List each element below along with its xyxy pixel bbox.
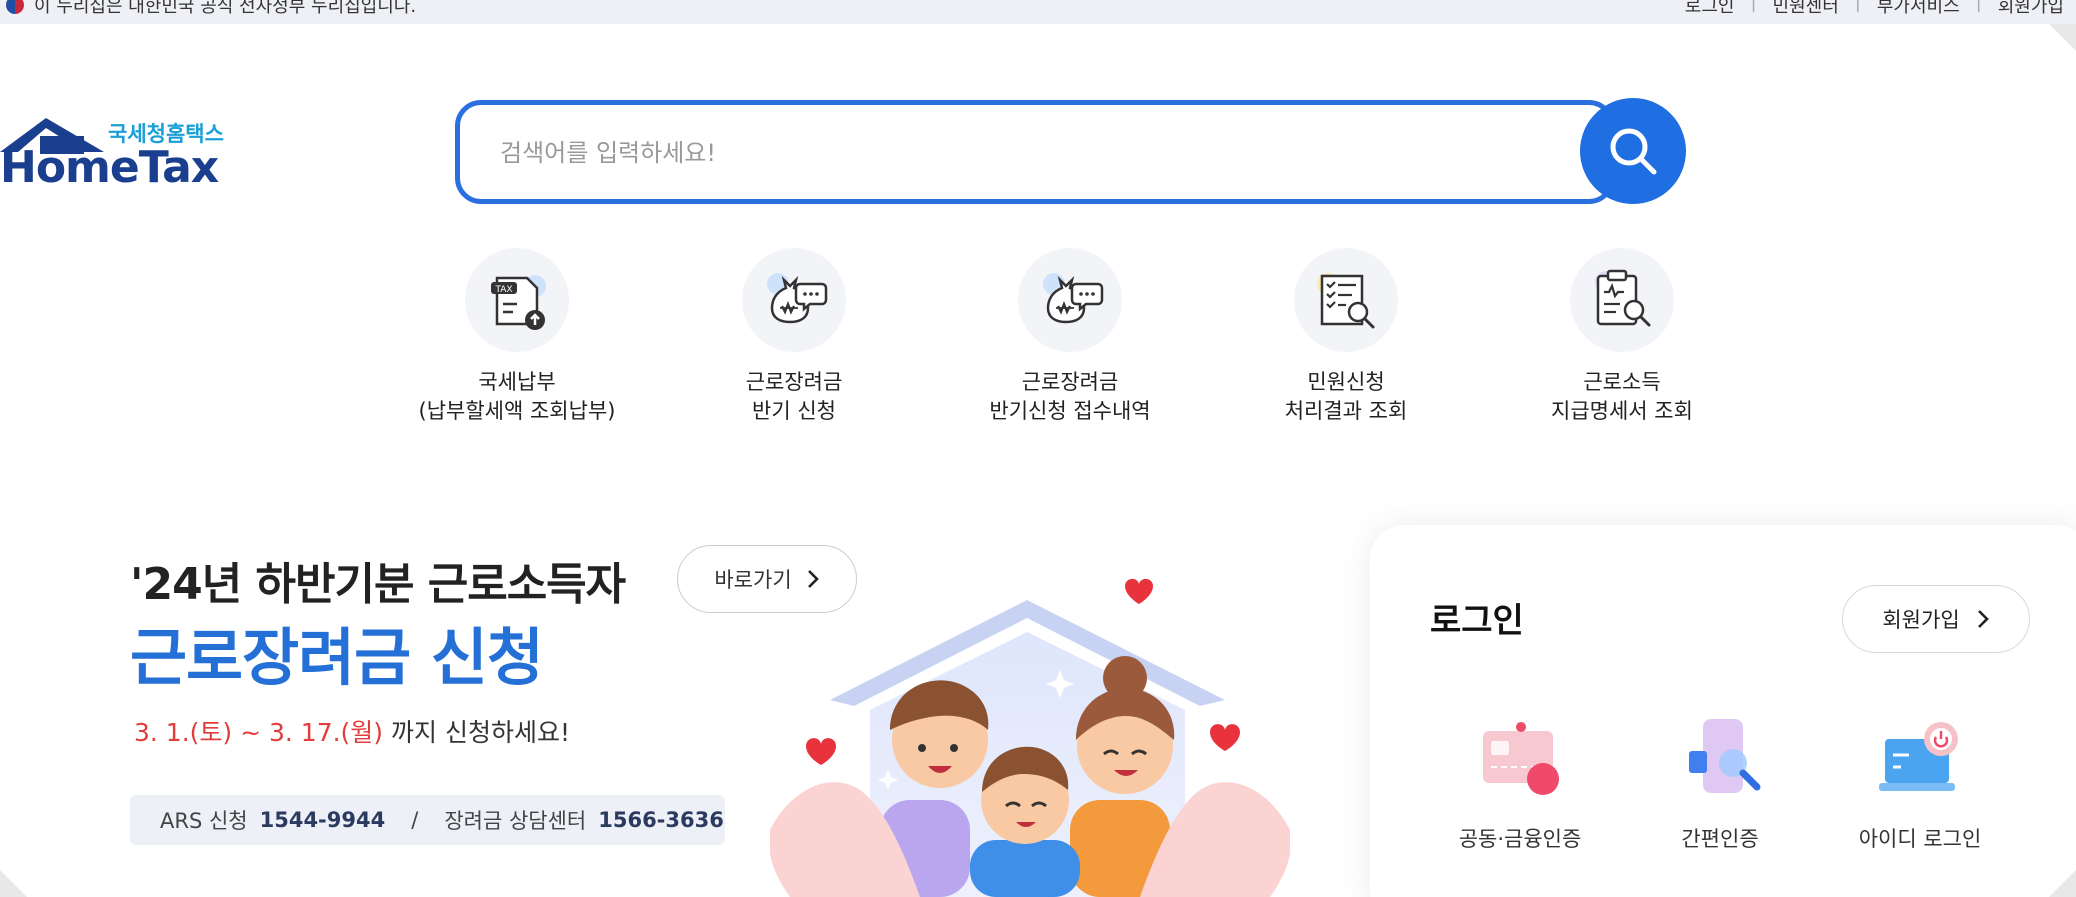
quick-menu-civil-result[interactable]: 민원신청 처리결과 조회 — [1226, 248, 1466, 426]
quick-menu-incentive-apply[interactable]: 근로장려금 반기 신청 — [674, 248, 914, 426]
banner-title: '24년 하반기분 근로소득자 — [130, 559, 626, 610]
join-button-label: 회원가입 — [1882, 608, 1960, 632]
document-search-icon — [1317, 273, 1375, 329]
logo-english: HomeTax — [0, 142, 219, 193]
quick-menu-payment-statement[interactable]: 근로소득 지급명세서 조회 — [1502, 248, 1742, 426]
hometax-logo[interactable]: 국세청홈택스 HomeTax — [0, 112, 240, 193]
quick-menu-label: 국세납부 (납부할세액 조회납부) — [418, 370, 616, 423]
top-link-separator: | — [1975, 0, 1982, 13]
login-option-certificate[interactable]: 공동·금융인증 — [1420, 715, 1620, 853]
contact-info-bar: ARS 신청 1544-9944 / 장려금 상담센터 1566-3636 — [130, 795, 725, 845]
top-link-extra[interactable]: 부가서비스 — [1877, 0, 1960, 18]
decorative-corner — [2049, 870, 2076, 897]
login-option-simple[interactable]: 간편인증 — [1620, 715, 1820, 853]
quick-menu-label: 근로장려금 반기 신청 — [745, 370, 843, 423]
quick-menu-label: 민원신청 처리결과 조회 — [1284, 370, 1408, 423]
login-panel: 로그인 회원가입 공동·금융인증 간편인증 아이디 로그인 — [1370, 525, 2076, 897]
gov-notice-text: 이 누리집은 대한민국 공식 전자정부 누리집입니다. — [34, 0, 417, 17]
search-icon — [1610, 128, 1657, 175]
quick-menu-incentive-history[interactable]: 근로장려금 반기신청 접수내역 — [950, 248, 1190, 426]
family-house-illustration — [770, 578, 1290, 897]
quick-menu-icon-wrap — [1018, 248, 1122, 352]
laptop-power-icon — [1875, 715, 1965, 805]
search-input[interactable] — [500, 123, 1500, 183]
login-option-id[interactable]: 아이디 로그인 — [1820, 715, 2020, 853]
quick-menu-tax-payment[interactable]: TAX 국세납부 (납부할세액 조회납부) — [397, 248, 637, 426]
tax-upload-icon: TAX — [491, 275, 546, 330]
ars-label: ARS 신청 — [160, 809, 248, 833]
banner-date-suffix: 까지 신청하세요! — [383, 718, 570, 747]
login-option-label: 공동·금융인증 — [1458, 827, 1582, 851]
quick-menu-label: 근로소득 지급명세서 조회 — [1551, 370, 1693, 423]
quick-menu-icon-wrap — [1294, 248, 1398, 352]
money-bag-chat-icon — [767, 273, 828, 324]
phone-search-icon — [1675, 715, 1765, 805]
money-bag-chat-icon — [1043, 273, 1104, 324]
chevron-right-icon — [1977, 610, 1989, 628]
center-number: 1566-3636 — [598, 808, 724, 832]
login-option-label: 간편인증 — [1681, 827, 1759, 851]
top-links: 로그인 | 민원센터 | 부가서비스 | 회원가입 — [1685, 0, 2064, 18]
login-option-label: 아이디 로그인 — [1858, 827, 1982, 851]
banner-headline: 근로장려금 신청 — [130, 621, 544, 694]
ars-number: 1544-9944 — [259, 808, 386, 832]
top-link-civil[interactable]: 민원센터 — [1773, 0, 1839, 18]
certificate-card-icon — [1475, 715, 1565, 805]
taegeuk-icon — [6, 0, 24, 14]
banner-date-range: 3. 1.(토) ~ 3. 17.(월) — [134, 718, 384, 747]
quick-menu-icon-wrap — [742, 248, 846, 352]
quick-menu-icon-wrap: TAX — [465, 248, 569, 352]
quick-menu-icon-wrap — [1570, 248, 1674, 352]
top-link-separator: | — [1854, 0, 1861, 13]
top-link-join[interactable]: 회원가입 — [1998, 0, 2064, 18]
login-title: 로그인 — [1430, 601, 1524, 641]
clipboard-search-icon — [1595, 269, 1651, 327]
gov-notice: 이 누리집은 대한민국 공식 전자정부 누리집입니다. — [6, 0, 416, 18]
top-link-separator: | — [1750, 0, 1757, 13]
banner-period: 3. 1.(토) ~ 3. 17.(월) 까지 신청하세요! — [134, 713, 570, 749]
search-box — [455, 100, 1615, 204]
center-label: 장려금 상담센터 — [444, 809, 587, 833]
government-topbar: 이 누리집은 대한민국 공식 전자정부 누리집입니다. 로그인 | 민원센터 |… — [0, 0, 2076, 24]
contact-divider: / — [411, 808, 419, 832]
top-link-login[interactable]: 로그인 — [1685, 0, 1735, 18]
svg-text:TAX: TAX — [494, 285, 512, 295]
quick-menu-label: 근로장려금 반기신청 접수내역 — [989, 370, 1151, 423]
join-button[interactable]: 회원가입 — [1842, 585, 2030, 653]
search-button[interactable] — [1580, 98, 1686, 204]
decorative-corner — [0, 870, 27, 897]
decorative-corner — [2049, 24, 2076, 51]
